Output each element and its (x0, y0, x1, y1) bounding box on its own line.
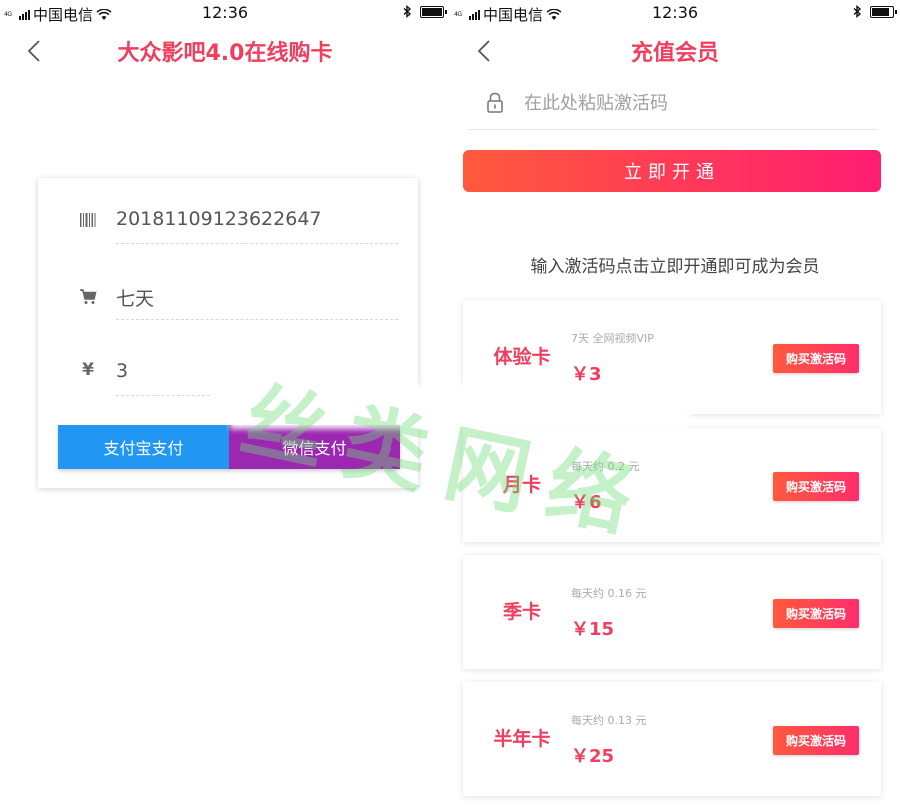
plan-description: 每天约 0.2 元 (571, 460, 640, 473)
buy-code-button[interactable]: 购买激活码 (773, 472, 859, 501)
status-bar: 4G 中国电信 12:36 (450, 0, 900, 24)
order-number-field: 20181109123622647 (80, 200, 398, 244)
plan-name: 体验卡 (493, 346, 551, 368)
amount-value: 3 (116, 360, 129, 382)
activation-hint: 输入激活码点击立即开通即可成为会员 (530, 257, 820, 277)
plan-price: ￥6 (571, 492, 602, 513)
yen-icon: ¥ (82, 360, 94, 380)
plan-card-monthly: 月卡 每天约 0.2 元 ￥6 购买激活码 (463, 428, 881, 542)
activation-code-row (468, 82, 878, 130)
right-screen: 4G 中国电信 12:36 充值会员 立即开通 输入激活码点击立即开通即可成为会… (450, 0, 900, 811)
buy-code-button[interactable]: 购买激活码 (773, 599, 859, 628)
plan-name: 半年卡 (493, 728, 551, 750)
bluetooth-icon (403, 5, 412, 18)
nav-bar: 充值会员 (450, 30, 900, 70)
left-screen: 4G 中国电信 12:36 大众影吧4.0在线购卡 20181109123622… (0, 0, 450, 811)
bluetooth-icon (853, 5, 862, 18)
battery-icon (420, 5, 447, 18)
plan-price: ￥3 (571, 364, 602, 385)
activate-now-button[interactable]: 立即开通 (463, 150, 881, 192)
alipay-button[interactable]: 支付宝支付 (58, 425, 229, 469)
duration-field: 七天 (80, 276, 398, 320)
plan-card-half-year: 半年卡 每天约 0.13 元 ￥25 购买激活码 (463, 682, 881, 796)
plan-description: 7天 全网视频VIP (571, 332, 654, 345)
shopping-cart-icon (80, 289, 97, 304)
battery-icon (870, 5, 897, 18)
wechat-pay-button[interactable]: 微信支付 (229, 425, 400, 469)
nav-bar: 大众影吧4.0在线购卡 (0, 30, 450, 70)
page-title: 充值会员 (630, 41, 719, 66)
status-right (403, 5, 447, 18)
plan-price: ￥25 (571, 746, 615, 767)
plan-card-quarterly: 季卡 每天约 0.16 元 ￥15 购买激活码 (463, 555, 881, 669)
barcode-icon (80, 213, 96, 227)
activation-code-input[interactable] (524, 90, 864, 116)
order-card: 20181109123622647 七天 ¥ 3 支付宝支付 微信支付 (38, 178, 418, 488)
plan-card-trial: 体验卡 7天 全网视频VIP ￥3 购买激活码 (463, 300, 881, 414)
status-time: 12:36 (201, 3, 249, 22)
duration-value: 七天 (116, 288, 155, 310)
lock-icon (487, 92, 503, 113)
plan-description: 每天约 0.13 元 (571, 714, 647, 727)
plan-name: 季卡 (502, 601, 541, 623)
payment-buttons: 支付宝支付 微信支付 (58, 425, 400, 469)
buy-code-button[interactable]: 购买激活码 (773, 344, 859, 373)
status-time: 12:36 (651, 3, 699, 22)
order-number: 20181109123622647 (116, 208, 322, 230)
page-title: 大众影吧4.0在线购卡 (117, 41, 333, 66)
plan-name: 月卡 (502, 474, 541, 496)
amount-field: ¥ 3 (82, 352, 210, 396)
plan-price: ￥15 (571, 619, 615, 640)
buy-code-button[interactable]: 购买激活码 (773, 726, 859, 755)
status-bar: 4G 中国电信 12:36 (0, 0, 450, 24)
status-right (853, 5, 897, 18)
plan-description: 每天约 0.16 元 (571, 587, 647, 600)
